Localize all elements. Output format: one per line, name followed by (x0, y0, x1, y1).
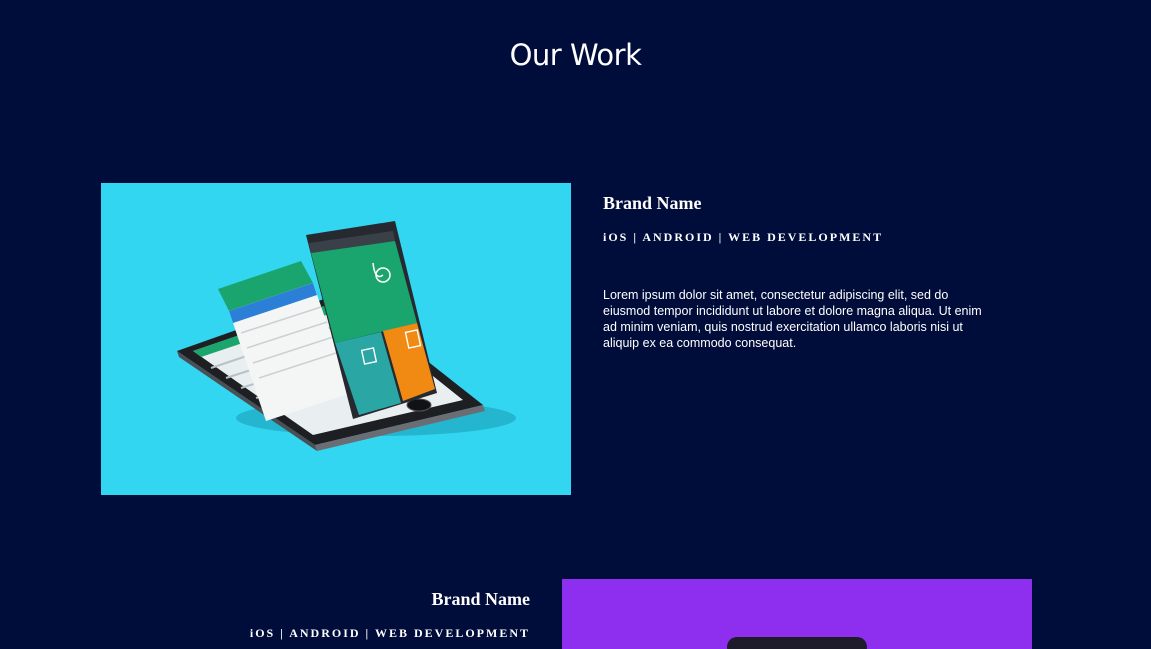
phone-mockup-illustration (727, 637, 867, 649)
project-brand-name: Brand Name (603, 193, 702, 213)
phone-mockup-illustration (177, 221, 516, 451)
project-brand-name: Brand Name (431, 589, 531, 609)
page-title: Our Work (509, 38, 642, 72)
project-image-purple[interactable] (562, 579, 1032, 649)
project-services: iOS | ANDROID | WEB DEVELOPMENT (603, 230, 884, 244)
project-description: Lorem ipsum dolor sit amet, consectetur … (603, 288, 982, 350)
project-image-phone-app[interactable] (101, 183, 571, 495)
project-services: iOS | ANDROID | WEB DEVELOPMENT (249, 626, 530, 640)
